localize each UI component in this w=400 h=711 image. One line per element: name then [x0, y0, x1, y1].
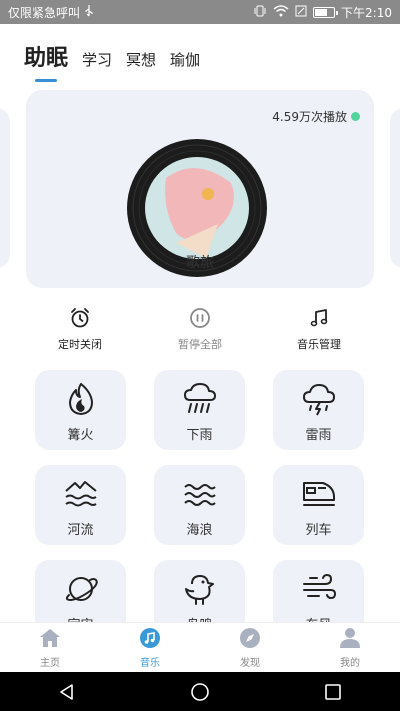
wind-icon: [273, 572, 364, 606]
music-card[interactable]: 4.59万次播放 歌旅: [26, 90, 374, 288]
sound-label: 雷雨: [305, 428, 332, 443]
pause-all-label: 暂停全部: [178, 338, 222, 351]
music-disc-icon: [138, 626, 162, 650]
bottom-nav: 主页 音乐 发现 我的: [0, 622, 400, 672]
status-right: 下午2:10: [253, 4, 392, 21]
playback-controls: 定时关闭 暂停全部 音乐管理: [0, 306, 400, 354]
timer-close-button[interactable]: 定时关闭: [30, 306, 130, 352]
sound-tile-waves[interactable]: 海浪: [154, 465, 245, 545]
music-carousel[interactable]: 4.59万次播放 歌旅: [0, 90, 400, 288]
carrier-text: 仅限紧急呼叫: [8, 5, 81, 20]
tab-sleep[interactable]: 助眠: [24, 40, 68, 76]
nav-discover-label: 发现: [240, 658, 260, 669]
music-note-icon: [269, 306, 369, 330]
music-manage-button[interactable]: 音乐管理: [269, 306, 369, 352]
sound-label: 篝火: [67, 428, 94, 443]
sound-tile-campfire[interactable]: 篝火: [35, 370, 126, 450]
sound-tile-rain[interactable]: 下雨: [154, 370, 245, 450]
thunderstorm-icon: [273, 382, 364, 416]
pause-all-button[interactable]: 暂停全部: [150, 306, 250, 352]
music-manage-label: 音乐管理: [297, 338, 341, 351]
nav-profile-label: 我的: [340, 658, 360, 669]
home-circle-icon: [191, 682, 209, 701]
tab-meditate[interactable]: 冥想: [126, 49, 156, 76]
back-button[interactable]: [47, 677, 87, 707]
waves-icon: [154, 477, 245, 511]
pause-circle-icon: [150, 306, 250, 330]
prev-card-peek[interactable]: [0, 108, 10, 268]
planet-icon: [35, 572, 126, 606]
river-icon: [35, 477, 126, 511]
nav-discover[interactable]: 发现: [200, 623, 300, 672]
usb-icon: [84, 4, 94, 20]
user-icon: [338, 626, 362, 650]
home-icon: [38, 626, 62, 650]
system-nav-bar: [0, 672, 400, 711]
sound-tile-river[interactable]: 河流: [35, 465, 126, 545]
category-tabs: 助眠 学习 冥想 瑜伽: [24, 40, 200, 76]
sound-label: 下雨: [186, 428, 213, 443]
nav-music[interactable]: 音乐: [100, 623, 200, 672]
sim-icon: [295, 5, 307, 20]
sound-tile-train[interactable]: 列车: [273, 465, 364, 545]
timer-close-label: 定时关闭: [58, 338, 102, 351]
sound-tile-thunderstorm[interactable]: 雷雨: [273, 370, 364, 450]
tab-yoga[interactable]: 瑜伽: [170, 49, 200, 76]
wifi-icon: [273, 4, 289, 20]
nav-profile[interactable]: 我的: [300, 623, 400, 672]
battery-level: [315, 8, 328, 16]
play-indicator-icon: [351, 112, 360, 121]
sound-label: 海浪: [186, 523, 213, 538]
bird-icon: [154, 572, 245, 606]
recents-button[interactable]: [313, 677, 353, 707]
tab-study[interactable]: 学习: [82, 49, 112, 76]
clock: 下午2:10: [341, 5, 392, 20]
sound-label: 列车: [305, 523, 332, 538]
next-card-peek[interactable]: [390, 108, 400, 268]
battery-icon: [313, 6, 339, 18]
sound-label: 河流: [67, 523, 94, 538]
compass-icon: [238, 626, 262, 650]
nav-home[interactable]: 主页: [0, 623, 100, 672]
status-bar: 仅限紧急呼叫 下午2:10: [0, 0, 400, 24]
recents-square-icon: [325, 683, 342, 700]
nav-home-label: 主页: [40, 658, 60, 669]
vibrate-icon: [253, 5, 267, 20]
status-left: 仅限紧急呼叫: [8, 4, 94, 21]
fire-icon: [35, 382, 126, 416]
nav-music-label: 音乐: [140, 658, 160, 669]
rain-icon: [154, 382, 245, 416]
alarm-clock-icon: [30, 306, 130, 330]
train-icon: [273, 477, 364, 511]
song-title: 歌旅: [186, 255, 214, 271]
home-button[interactable]: [180, 677, 220, 707]
play-count-text: 4.59万次播放: [272, 110, 347, 124]
back-triangle-icon: [59, 683, 73, 700]
play-count: 4.59万次播放: [272, 108, 360, 125]
